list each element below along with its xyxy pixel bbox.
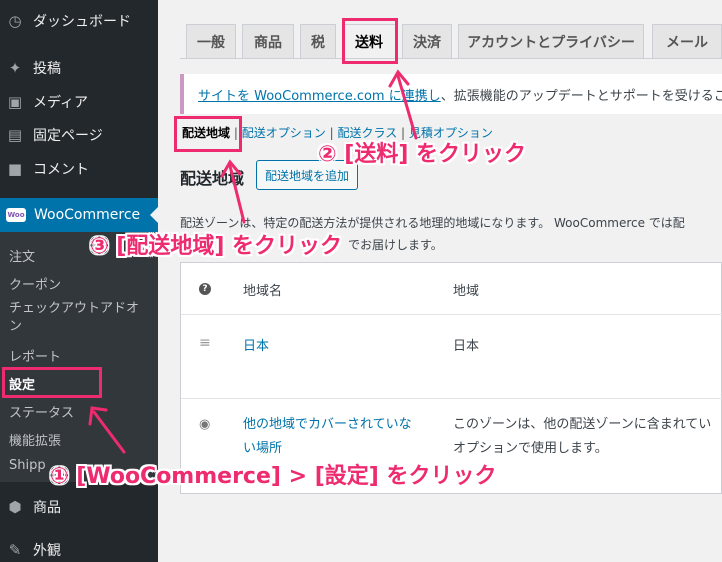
help-icon[interactable]: ?: [199, 283, 211, 295]
menu-label: WooCommerce: [34, 207, 141, 223]
menu-label: メディア: [33, 95, 89, 111]
connect-link[interactable]: サイトを WooCommerce.com に連携し: [198, 85, 441, 104]
woocommerce-icon: Woo: [6, 208, 26, 222]
submenu-shipping[interactable]: Shipp: [9, 458, 46, 473]
tab-tax[interactable]: 税: [300, 24, 336, 58]
tab-general[interactable]: 一般: [186, 24, 236, 58]
menu-label: 固定ページ: [33, 128, 103, 144]
submenu-orders[interactable]: 注文: [9, 246, 35, 265]
tab-payments[interactable]: 決済: [402, 24, 452, 58]
product-icon: ⬢: [8, 498, 22, 516]
tab-email[interactable]: メール: [652, 24, 722, 58]
media-icon: ▣: [7, 93, 23, 111]
zone-name-link[interactable]: 日本: [243, 335, 269, 354]
zone-name-line[interactable]: 他の地域でカバーされていな: [243, 413, 412, 437]
annotation-step-3: ③ [配送地域] をクリック: [90, 234, 343, 259]
comment-icon: ■: [7, 160, 23, 178]
tab-products[interactable]: 商品: [242, 24, 294, 58]
annotation-step-1: ① [WooCommerce] > [設定] をクリック: [50, 464, 497, 489]
menu-comments[interactable]: ■ コメント: [0, 152, 158, 186]
menu-label: コメント: [33, 162, 89, 178]
subnav-options[interactable]: 配送オプション: [242, 126, 326, 140]
column-header-region: 地域: [453, 284, 480, 299]
menu-appearance[interactable]: ✎ 外観: [0, 533, 158, 562]
annotation-step-2: ② [送料] をクリック: [318, 142, 527, 167]
page-title: 配送地域: [180, 169, 245, 188]
zone-region: 日本: [453, 339, 480, 354]
submenu-coupons[interactable]: クーポン: [9, 274, 61, 293]
drag-handle-icon[interactable]: ≡: [199, 335, 211, 351]
table-header: ? 地域名 地域: [181, 263, 722, 315]
zone-region: このゾーンは、他の配送ゾーンに含まれてい オプションで使用します。: [453, 413, 711, 461]
menu-label: 外観: [33, 543, 61, 559]
menu-woocommerce[interactable]: Woo WooCommerce: [0, 198, 158, 232]
notice-text: 、拡張機能のアップデートとサポートを受けること: [440, 88, 722, 104]
submenu-status[interactable]: ステータス: [9, 402, 74, 421]
menu-posts[interactable]: ✦ 投稿: [0, 51, 158, 85]
menu-label: 商品: [33, 500, 61, 516]
tab-divider: [180, 58, 722, 59]
page-icon: ▤: [7, 126, 23, 144]
menu-label: ダッシュボード: [33, 14, 131, 30]
highlight-zones-subnav: [174, 116, 242, 152]
tab-accounts-privacy[interactable]: アカウントとプライバシー: [458, 24, 644, 58]
highlight-settings-menu: [2, 367, 102, 398]
woocommerce-submenu: 注文 クーポン チェックアウトアドオン レポート 設定 ステータス 機能拡張 S…: [0, 232, 158, 482]
appearance-icon: ✎: [8, 541, 22, 559]
menu-pages[interactable]: ▤ 固定ページ: [0, 118, 158, 152]
submenu-reports[interactable]: レポート: [9, 346, 61, 365]
pin-icon: ✦: [8, 59, 22, 77]
column-header-name: 地域名: [243, 284, 283, 299]
submenu-extensions[interactable]: 機能拡張: [9, 430, 61, 449]
woocommerce-connect-notice: サイトを WooCommerce.com に連携し 、拡張機能のアップデートとサ…: [180, 74, 722, 114]
zone-region-line: このゾーンは、他の配送ゾーンに含まれてい: [453, 417, 712, 432]
globe-icon: ◉: [199, 417, 211, 432]
menu-dashboard[interactable]: ◷ ダッシュボード: [0, 4, 158, 38]
table-row[interactable]: ≡ 日本 日本: [181, 315, 722, 399]
submenu-checkout-addons[interactable]: チェックアウトアドオン: [9, 300, 149, 336]
highlight-shipping-tab: [342, 18, 398, 64]
menu-label: 投稿: [33, 61, 61, 77]
menu-products[interactable]: ⬢ 商品: [0, 490, 158, 524]
zone-name-link[interactable]: 他の地域でカバーされていな い場所: [243, 413, 412, 461]
menu-media[interactable]: ▣ メディア: [0, 85, 158, 119]
dashboard-icon: ◷: [8, 12, 22, 30]
